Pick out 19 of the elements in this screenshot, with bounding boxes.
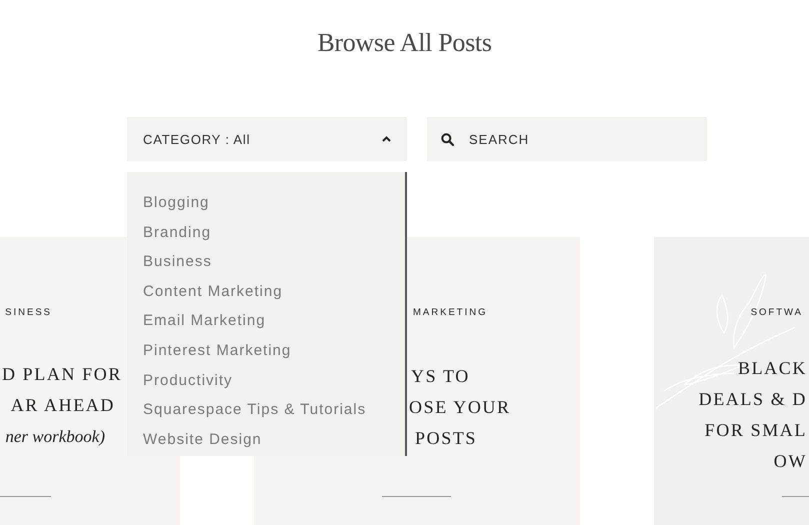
- post-title[interactable]: POSTS: [415, 423, 511, 454]
- search-field[interactable]: SEARCH: [427, 117, 707, 161]
- post-category: SINESS: [5, 307, 52, 319]
- post-title[interactable]: D PLAN FOR: [2, 359, 122, 390]
- post-subtitle: ner workbook): [5, 426, 105, 448]
- post-category: SOFTWA: [750, 307, 803, 319]
- post-card[interactable]: SOFTWA BLACK DEALS & D FOR SMAL OW: [654, 237, 809, 525]
- post-title[interactable]: OW: [774, 446, 807, 477]
- post-title[interactable]: DEALS & D: [698, 384, 807, 415]
- post-title[interactable]: OSE YOUR: [409, 392, 511, 423]
- post-title[interactable]: YS TO: [411, 361, 511, 392]
- category-dropdown[interactable]: CATEGORY : All: [127, 117, 407, 161]
- post-title[interactable]: FOR SMAL: [704, 415, 807, 446]
- post-title[interactable]: AR AHEAD: [10, 390, 115, 421]
- page-heading: Browse All Posts: [316, 27, 493, 59]
- category-option[interactable]: Blogging: [143, 188, 405, 218]
- post-category: MARKETING: [413, 307, 488, 319]
- caret-icon: [382, 136, 391, 142]
- post-title[interactable]: BLACK: [738, 353, 807, 384]
